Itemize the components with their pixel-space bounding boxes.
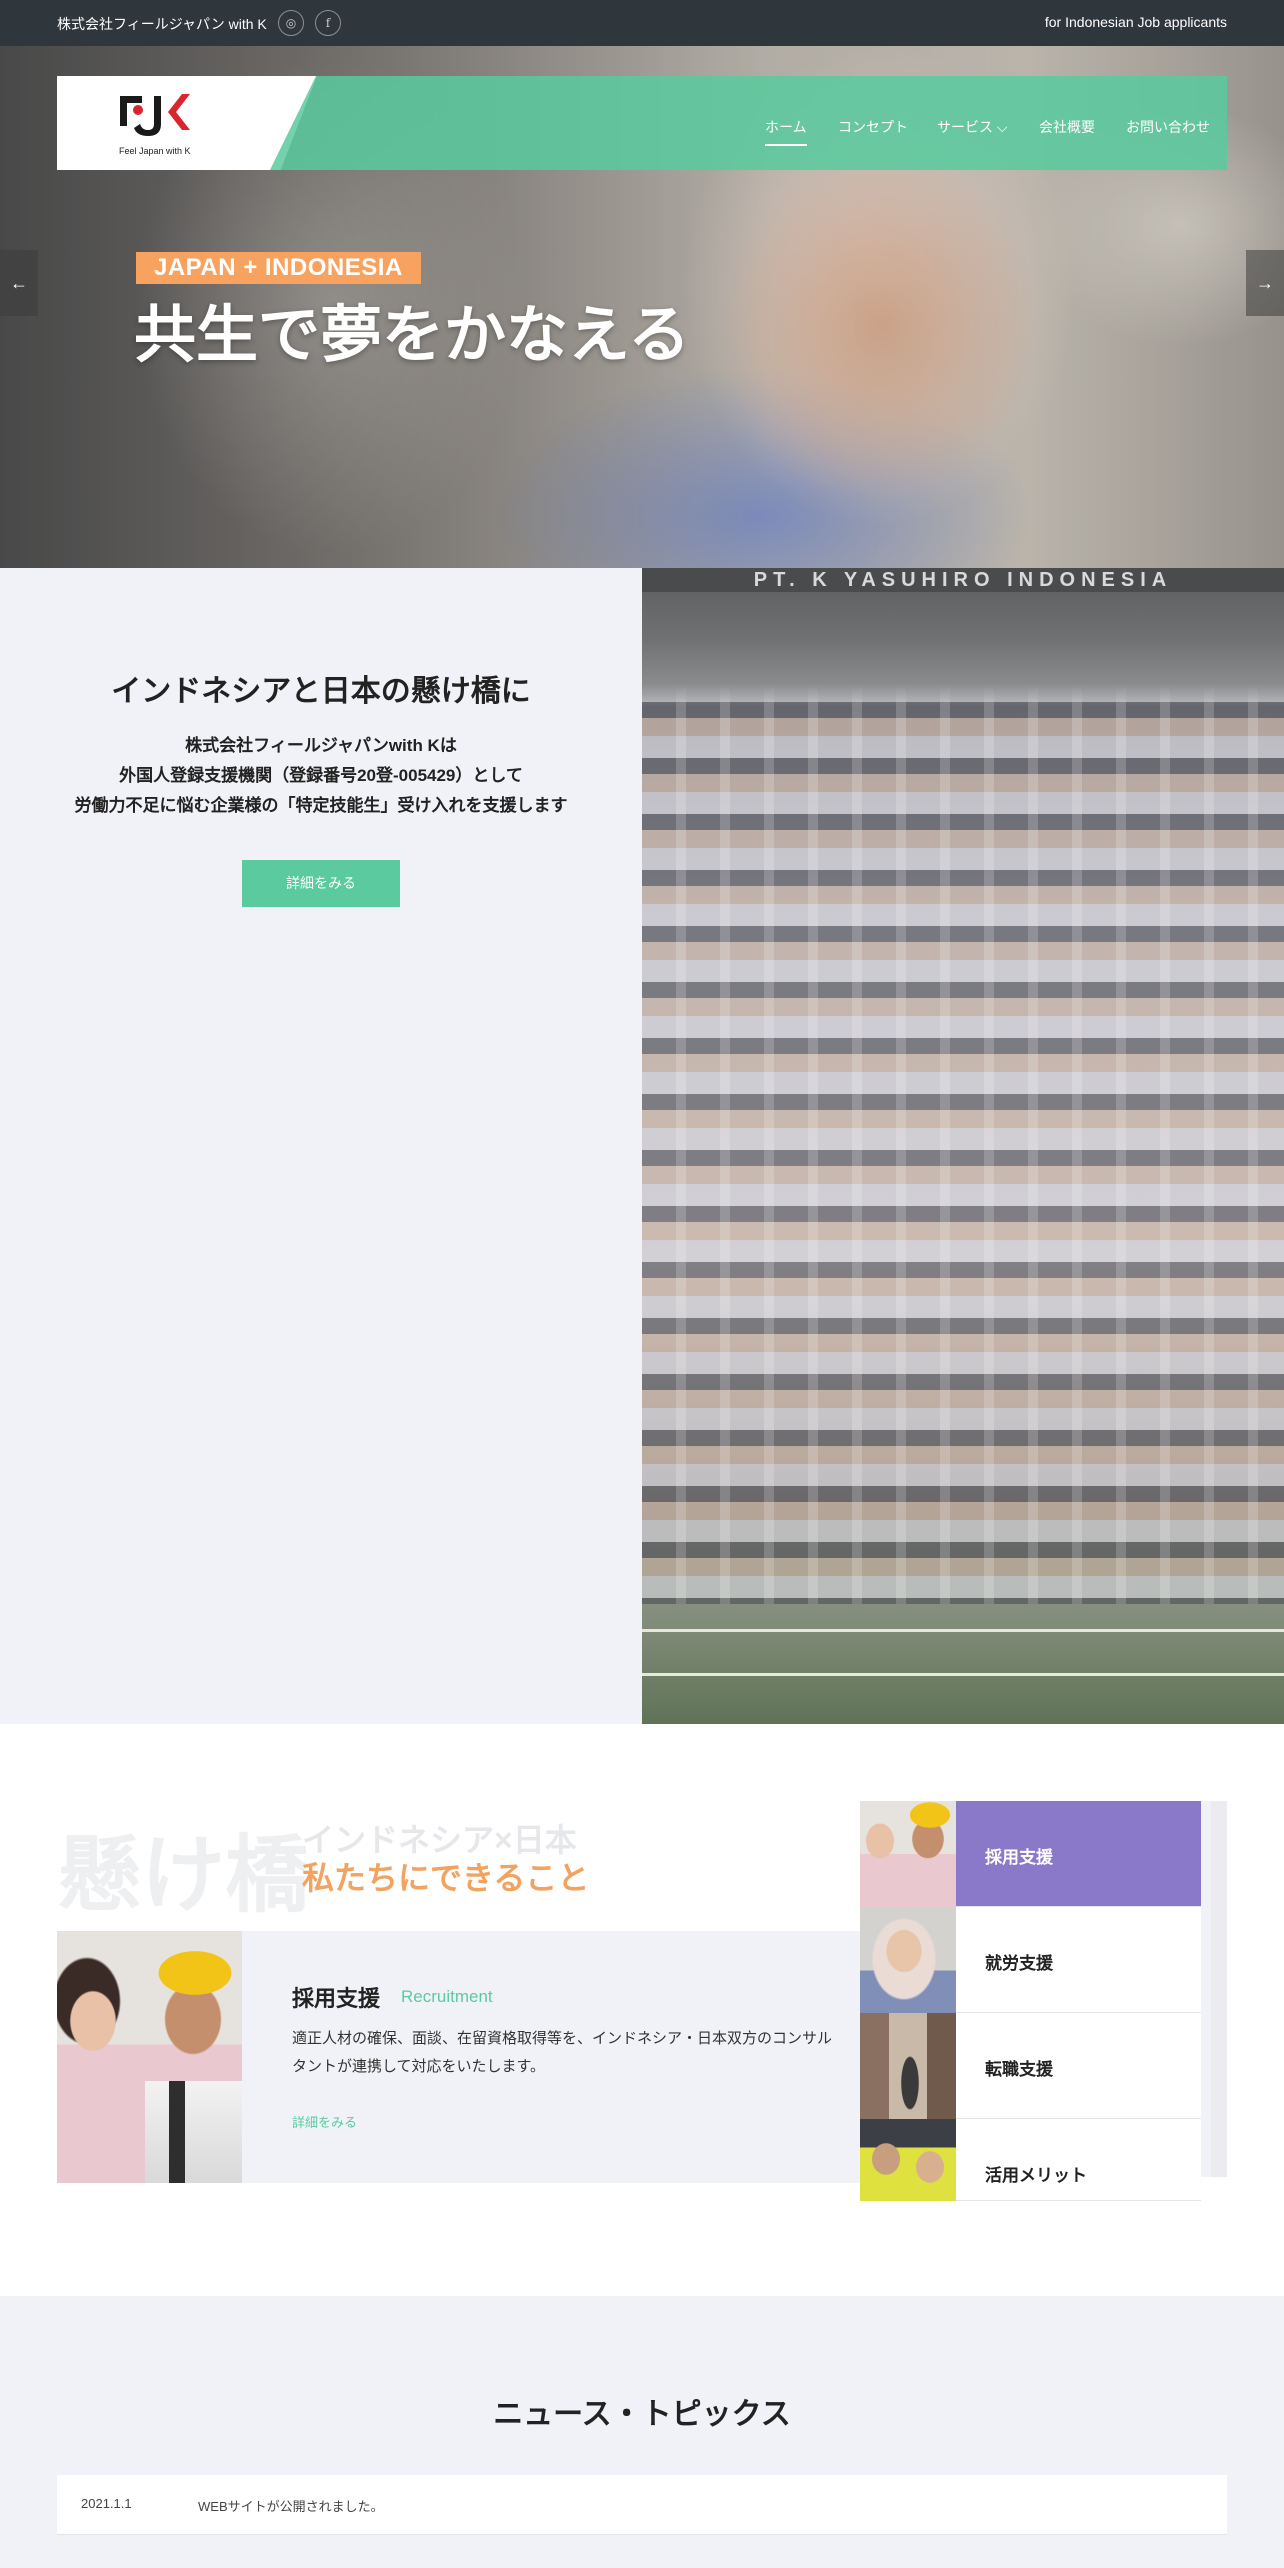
nav-home[interactable]: ホーム — [765, 117, 807, 146]
slider-next-arrow-icon[interactable]: → — [1246, 250, 1284, 316]
tab-thumbnail — [860, 1801, 956, 1907]
tab-thumbnail — [860, 1907, 956, 2013]
slider-prev-arrow-icon[interactable]: ← — [0, 250, 38, 316]
instagram-icon[interactable]: ◎ — [278, 10, 304, 36]
news-date: 2021.1.1 — [81, 2496, 132, 2511]
floor-line — [642, 1629, 1284, 1632]
photo-sign: PT. K YASUHIRO INDONESIA — [642, 568, 1284, 592]
intro-title: インドネシアと日本の懸け橋に — [111, 675, 531, 708]
intro-details-button[interactable]: 詳細をみる — [242, 860, 400, 907]
service-card-description: 適正人材の確保、面談、在留資格取得等を、インドネシア・日本双方のコンサルタントが… — [292, 2030, 833, 2075]
services-big-heading: 懸け橋 — [57, 1828, 310, 1922]
photo-shirt — [145, 2081, 242, 2183]
company-name: 株式会社フィールジャパン with K — [57, 16, 267, 32]
group-photo: PT. K YASUHIRO INDONESIA — [642, 568, 1284, 1724]
service-card-title: 採用支援 — [292, 1986, 381, 2011]
tab-label: 採用支援 — [985, 1848, 1053, 1867]
intro-line: 外国人登録支援機関（登録番号20登-005429）として — [119, 766, 523, 785]
services-title: 私たちにできること — [302, 1860, 590, 1896]
photo-strap — [169, 2081, 185, 2183]
tab-label: 転職支援 — [985, 2060, 1053, 2079]
tab-work-support[interactable]: 就労支援 — [860, 1907, 1201, 2013]
floor-line — [642, 1673, 1284, 1676]
tab-thumbnail — [860, 2119, 956, 2201]
nav-concept[interactable]: コンセプト — [838, 117, 908, 137]
tab-label: 活用メリット — [985, 2166, 1087, 2185]
news-text[interactable]: WEBサイトが公開されました。 — [198, 2496, 384, 2515]
tab-job-change[interactable]: 転職支援 — [860, 2013, 1201, 2119]
service-card-subtitle: Recruitment — [401, 1987, 493, 2006]
top-bar: 株式会社フィールジャパン with K ◎ f for Indonesian J… — [0, 0, 1284, 46]
hero-headline: 共生で夢をかなえる — [134, 301, 691, 370]
applicants-link[interactable]: for Indonesian Job applicants — [1045, 14, 1227, 30]
nav-company[interactable]: 会社概要 — [1039, 117, 1095, 137]
nav-contact[interactable]: お問い合わせ — [1126, 117, 1210, 137]
news-title: ニュース・トピックス — [493, 2398, 791, 2431]
tab-recruitment[interactable]: 採用支援 — [860, 1801, 1201, 1907]
nav-services[interactable]: サービス ⌵ — [937, 117, 1008, 137]
tab-thumbnail — [860, 2013, 956, 2119]
tab-label: 就労支援 — [985, 1954, 1053, 1973]
service-card-image — [57, 1931, 242, 2183]
logo-icon[interactable] — [120, 90, 204, 142]
hero-tag: JAPAN + INDONESIA — [136, 252, 421, 284]
logo-text: Feel Japan with K — [119, 146, 191, 156]
service-card-link[interactable]: 詳細をみる — [292, 2112, 357, 2131]
tab-benefits[interactable]: 活用メリット — [860, 2119, 1201, 2201]
intro-line: 株式会社フィールジャパンwith Kは — [185, 736, 457, 755]
photo-floor — [642, 1604, 1284, 1724]
intro-line: 労働力不足に悩む企業様の「特定技能生」受け入れを支援します — [74, 796, 568, 815]
facebook-icon[interactable]: f — [315, 10, 341, 36]
tabs-scrollbar[interactable] — [1211, 1801, 1227, 2177]
